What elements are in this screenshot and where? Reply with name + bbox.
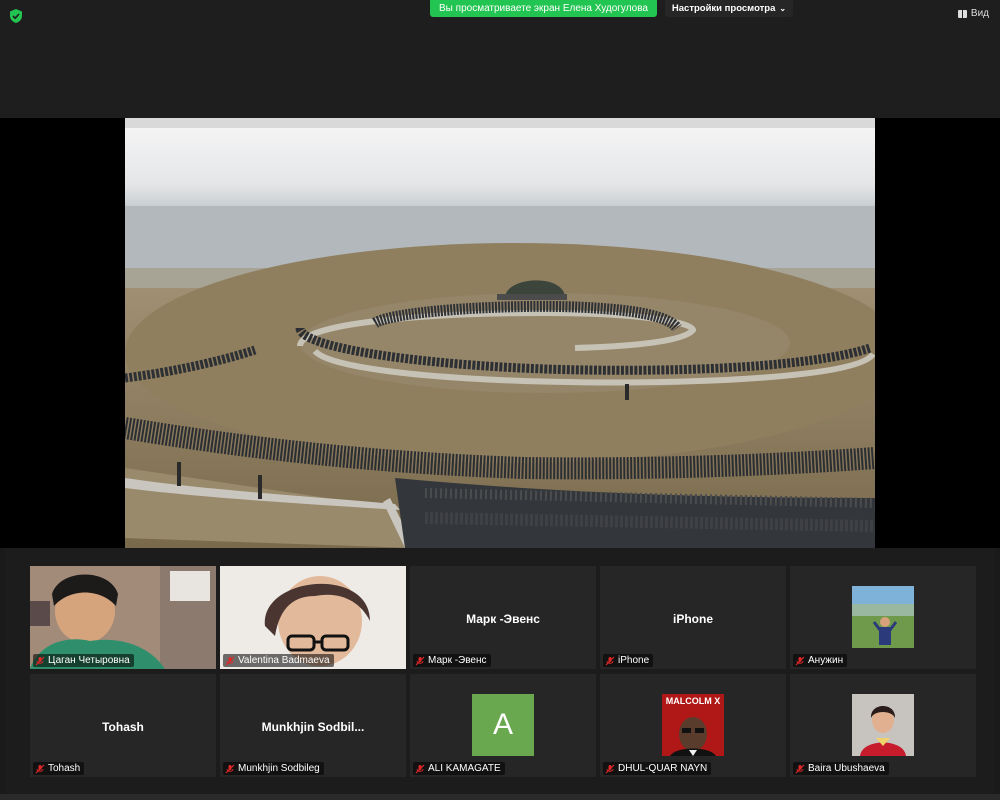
participant-tile[interactable]: iPhone iPhone (600, 566, 786, 669)
spiral-crowd-photo (125, 118, 875, 548)
chevron-down-icon: ⌄ (779, 4, 787, 13)
participant-tile[interactable]: Baira Ubushaeva (790, 674, 976, 777)
participant-tile[interactable]: Марк -Эвенс Марк -Эвенс (410, 566, 596, 669)
shared-screen-area (0, 118, 1000, 548)
participant-center-name: iPhone (672, 612, 713, 626)
mic-muted-icon (605, 764, 615, 774)
participant-tile[interactable]: Valentina Badmaeva (220, 566, 406, 669)
participant-label: Munkhjin Sodbileg (223, 762, 324, 775)
participants-gallery: Цаган Четыровна Valentina Badmaeva Марк … (5, 548, 995, 794)
participant-label: Анужин (793, 654, 848, 667)
participant-name: Valentina Badmaeva (238, 655, 330, 666)
shared-screen-image (125, 118, 875, 548)
participant-tile[interactable]: MALCOLM X DHUL-QUAR NAYN (600, 674, 786, 777)
avatar-caption: MALCOLM X (665, 696, 721, 706)
view-options-dropdown[interactable]: Настройки просмотра ⌄ (665, 0, 793, 17)
participant-label: iPhone (603, 654, 654, 667)
participant-name: Munkhjin Sodbileg (238, 763, 320, 774)
participant-name: Tohash (48, 763, 81, 774)
participant-tile[interactable]: Tohash Tohash (30, 674, 216, 777)
participant-name: ALI KAMAGATE (428, 763, 501, 774)
participant-label: Baira Ubushaeva (793, 762, 889, 775)
mic-muted-icon (415, 656, 425, 666)
mic-muted-icon (605, 656, 615, 666)
mic-muted-icon (795, 764, 805, 774)
mic-muted-icon (415, 764, 425, 774)
top-bar: Вы просматриваете экран Елена Худогулова… (0, 0, 1000, 118)
participant-center-name: Tohash (102, 720, 144, 734)
participant-avatar: MALCOLM X (662, 694, 724, 756)
participant-avatar (852, 694, 914, 756)
participant-label: Valentina Badmaeva (223, 654, 334, 667)
security-shield-icon[interactable] (8, 8, 24, 24)
participant-tile[interactable]: Анужин (790, 566, 976, 669)
participant-center-name: Munkhjin Sodbil... (261, 720, 365, 734)
mic-muted-icon (225, 764, 235, 774)
participant-center-name: Марк -Эвенс (466, 612, 540, 626)
participant-letter-avatar: A (472, 694, 534, 756)
mic-muted-icon (225, 656, 235, 666)
mic-muted-icon (35, 656, 45, 666)
gallery-view-icon (957, 9, 967, 18)
screen-share-banner: Вы просматриваете экран Елена Худогулова (430, 0, 657, 17)
view-options-label: Настройки просмотра (671, 3, 776, 14)
mic-muted-icon (795, 656, 805, 666)
bottom-strip (0, 794, 1000, 800)
participant-label: Цаган Четыровна (33, 654, 134, 667)
participant-name: Baira Ubushaeva (808, 763, 885, 774)
view-button[interactable]: Вид (957, 8, 989, 19)
participant-tile[interactable]: Munkhjin Sodbil... Munkhjin Sodbileg (220, 674, 406, 777)
participant-name: Марк -Эвенс (428, 655, 487, 666)
participant-tile[interactable]: Цаган Четыровна (30, 566, 216, 669)
participant-tile[interactable]: A ALI KAMAGATE (410, 674, 596, 777)
participant-name: DHUL-QUAR NAYN (618, 763, 708, 774)
participant-label: ALI KAMAGATE (413, 762, 505, 775)
mic-muted-icon (35, 764, 45, 774)
view-button-label: Вид (970, 8, 989, 19)
participant-avatar (852, 586, 914, 648)
participant-name: Цаган Четыровна (48, 655, 130, 666)
participant-name: Анужин (808, 655, 844, 666)
participant-label: DHUL-QUAR NAYN (603, 762, 712, 775)
participant-label: Tohash (33, 762, 85, 775)
participant-label: Марк -Эвенс (413, 654, 491, 667)
participant-name: iPhone (618, 655, 650, 666)
